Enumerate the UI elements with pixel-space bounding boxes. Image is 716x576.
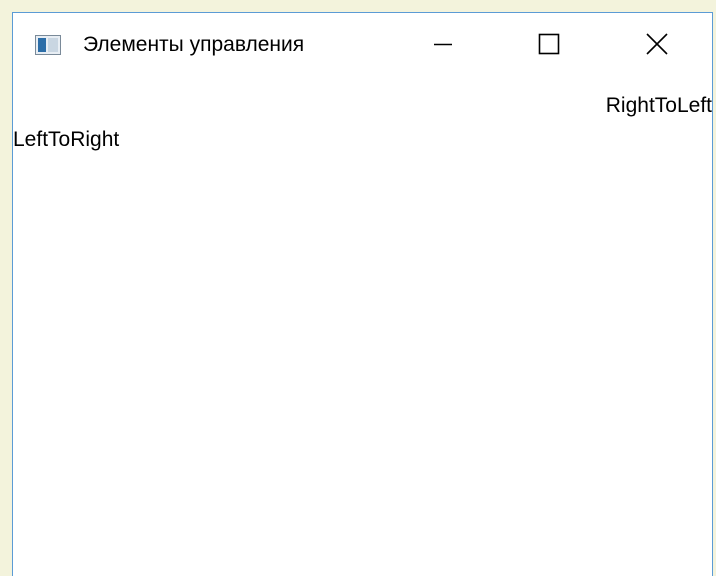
maximize-icon xyxy=(538,33,560,55)
close-icon xyxy=(646,33,668,55)
app-window: Элементы управления RightToLeft LeftToRi… xyxy=(12,12,713,576)
window-title: Элементы управления xyxy=(83,33,305,56)
app-icon-pane-left xyxy=(38,38,46,52)
maximize-button[interactable] xyxy=(509,13,589,75)
app-icon-pane-right xyxy=(48,38,58,52)
close-button[interactable] xyxy=(617,13,697,75)
left-to-right-label: LeftToRight xyxy=(13,128,120,151)
minimize-icon xyxy=(434,43,452,46)
window-app-icon[interactable] xyxy=(35,35,61,55)
window-client-area: RightToLeft LeftToRight xyxy=(13,75,712,576)
title-bar[interactable]: Элементы управления xyxy=(13,13,712,75)
minimize-button[interactable] xyxy=(403,13,483,75)
right-to-left-label: RightToLeft xyxy=(605,94,712,117)
